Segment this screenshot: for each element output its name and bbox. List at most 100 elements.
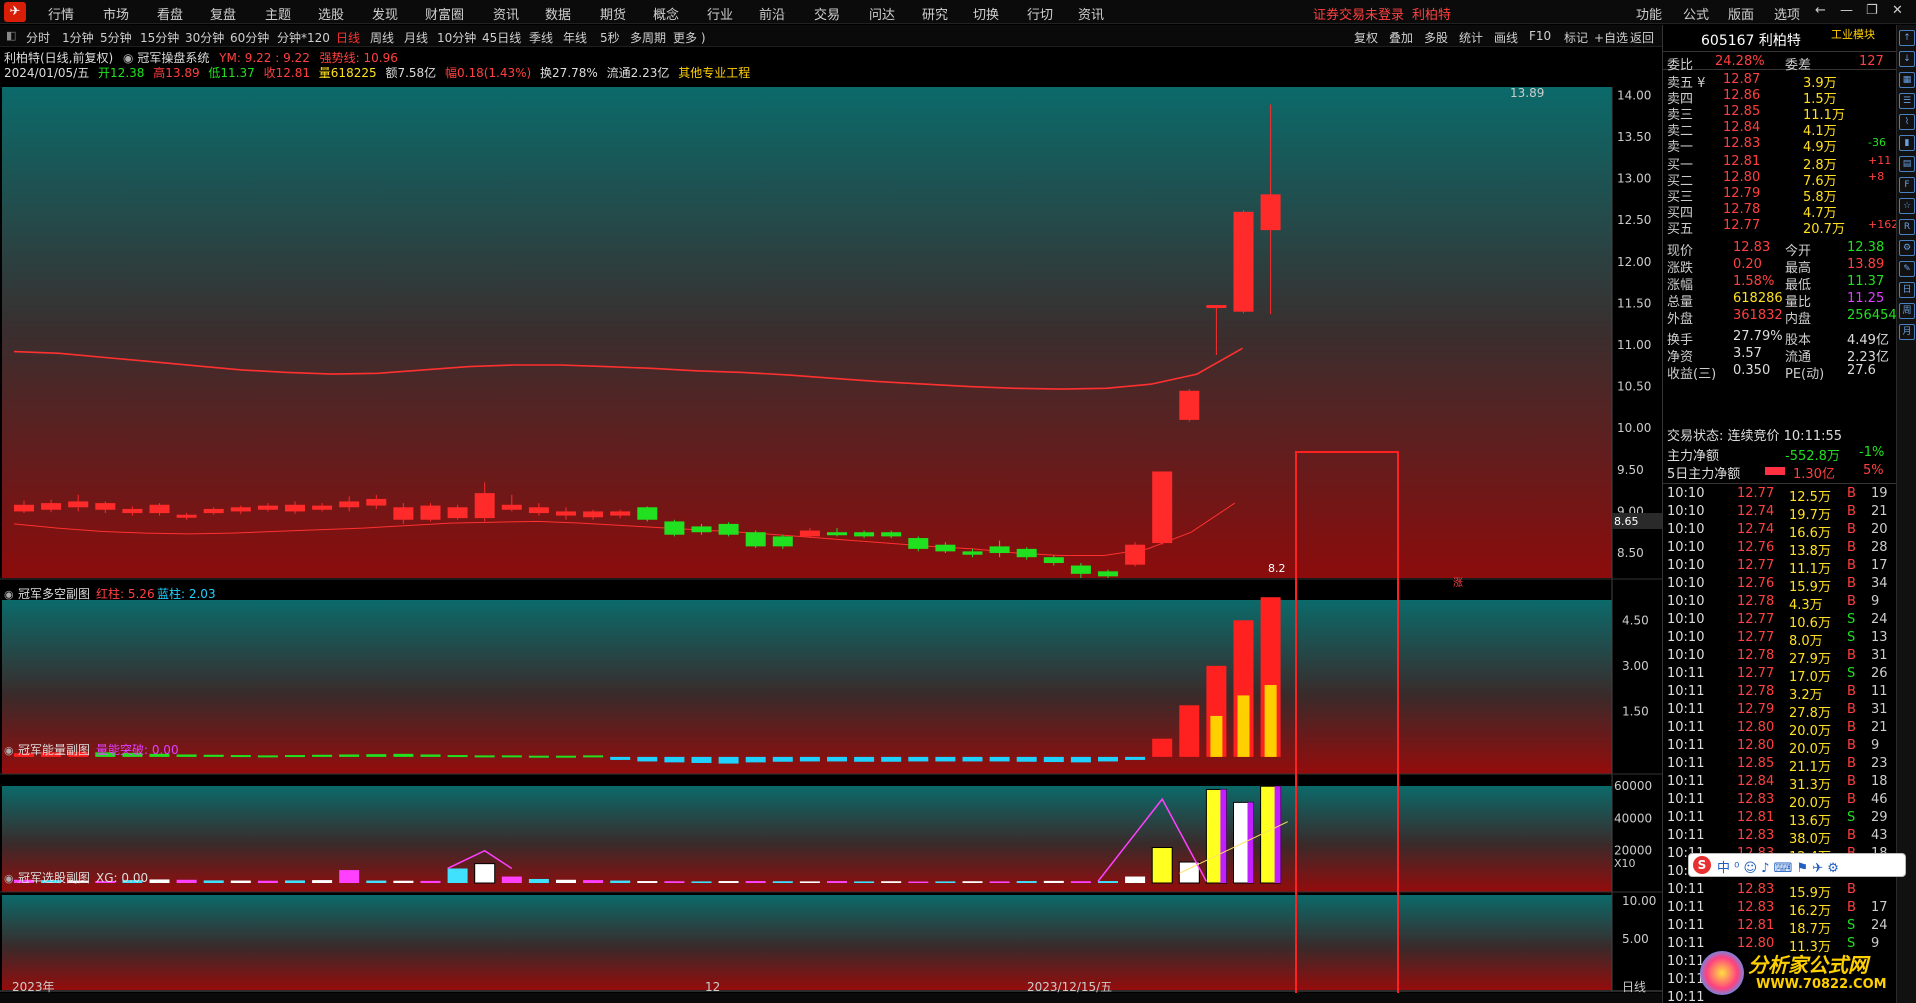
timeframe-7[interactable]: 日线 [336, 29, 360, 46]
menu-item-1[interactable]: 市场 [103, 4, 129, 23]
menu-item-16[interactable]: 研究 [922, 4, 948, 23]
system-name[interactable]: 冠军操盘系统 [137, 51, 209, 65]
tick-price: 12.76 [1737, 576, 1775, 591]
timeframe-9[interactable]: 月线 [404, 29, 428, 46]
timeframe-11[interactable]: 45日线 [482, 29, 521, 46]
timeframe-13[interactable]: 年线 [563, 29, 587, 46]
top-right-menu-3[interactable]: 选项 [1774, 4, 1800, 23]
tick-row: 10:11 12.80 20.0万 B 9 [1663, 738, 1897, 757]
candle-icon[interactable]: ▮ [1899, 135, 1915, 151]
quote-row[interactable]: 外盘 361832 内盘 256454 [1663, 307, 1897, 327]
menu-item-13[interactable]: 前沿 [759, 4, 785, 23]
table-icon[interactable]: ▤ [1899, 156, 1915, 172]
chart-tool-5[interactable]: F10 [1529, 29, 1551, 43]
arrow-down-icon[interactable]: ↓ [1899, 51, 1915, 67]
quote-row[interactable]: 收益(三) 0.350 PE(动) 27.6 [1663, 362, 1897, 382]
chart-tool-0[interactable]: 复权 [1354, 29, 1378, 46]
collapse-icon[interactable]: ◧ [6, 29, 16, 42]
candle-body [1179, 390, 1200, 420]
chart-tool-2[interactable]: 多股 [1424, 29, 1448, 46]
timeframe-4[interactable]: 30分钟 [185, 29, 224, 46]
login-status[interactable]: 证券交易未登录 [1313, 4, 1404, 23]
menu-item-9[interactable]: 数据 [545, 4, 571, 23]
settings-icon[interactable]: ⚙ [1899, 240, 1915, 256]
timeframe-6[interactable]: 分钟*120 [277, 29, 330, 46]
menu-item-0[interactable]: 行情 [48, 4, 74, 23]
timeframe-0[interactable]: 分时 [26, 29, 50, 46]
menu-item-7[interactable]: 财富圈 [425, 4, 464, 23]
timeframe-8[interactable]: 周线 [370, 29, 394, 46]
ime-toolbar-icons[interactable]: 中 ⁰ ☺ ♪ ⌨ ⚑ ✈ ⚙ [1717, 857, 1839, 876]
industry-label[interactable]: 其他专业工程 [678, 66, 750, 80]
timeframe-14[interactable]: 5秒 [600, 29, 620, 46]
timeframe-16[interactable]: 更多 ) [673, 29, 706, 46]
sector-tag[interactable]: 工业模块 [1831, 26, 1875, 42]
sub2-bar [474, 863, 496, 884]
back-arrow-icon[interactable]: ← [1815, 3, 1826, 18]
top-right-menu-1[interactable]: 公式 [1683, 4, 1709, 23]
sub1-bar [393, 753, 414, 757]
bid-row[interactable]: 买五 12.77 20.7万 +162 [1663, 217, 1898, 237]
timeframe-10[interactable]: 10分钟 [437, 29, 476, 46]
chart-tool-8[interactable]: 返回 [1630, 29, 1654, 46]
main-net-pct: -1% [1859, 445, 1885, 460]
timeframe-15[interactable]: 多周期 [630, 29, 666, 46]
calendar-month-icon[interactable]: 月 [1899, 324, 1915, 340]
menu-item-4[interactable]: 主题 [265, 4, 291, 23]
arrow-up-icon[interactable]: ↑ [1899, 30, 1915, 46]
timeframe-12[interactable]: 季线 [529, 29, 553, 46]
close-icon[interactable]: ✕ [1892, 3, 1903, 18]
ime-toolbar[interactable]: S 中 ⁰ ☺ ♪ ⌨ ⚑ ✈ ⚙ [1688, 853, 1906, 877]
chart-tool-1[interactable]: 叠加 [1389, 29, 1413, 46]
menu-item-17[interactable]: 切换 [973, 4, 999, 23]
kline-chart-area[interactable]: 14.00 13.50 13.00 12.50 12.00 11.50 11.00 10.50… [0, 47, 1662, 1003]
pen-icon[interactable]: ✎ [1899, 261, 1915, 277]
menu-item-6[interactable]: 发现 [372, 4, 398, 23]
menu-item-2[interactable]: 看盘 [157, 4, 183, 23]
menu-item-15[interactable]: 问达 [869, 4, 895, 23]
restore-icon[interactable]: ❐ [1866, 3, 1878, 18]
app-logo-icon[interactable]: ✈ [4, 2, 26, 22]
sub3-panel [2, 895, 1612, 990]
menu-item-14[interactable]: 交易 [814, 4, 840, 23]
menu-item-3[interactable]: 复盘 [210, 4, 236, 23]
star-icon[interactable]: ☆ [1899, 198, 1915, 214]
chart-tool-4[interactable]: 画线 [1494, 29, 1518, 46]
menu-item-18[interactable]: 行切 [1027, 4, 1053, 23]
list-icon[interactable]: ☰ [1899, 93, 1915, 109]
calendar-day-icon[interactable]: 日 [1899, 282, 1915, 298]
quote-row[interactable]: 现价 12.83 今开 12.38 [1663, 239, 1897, 259]
rsi-icon[interactable]: R [1899, 219, 1915, 235]
timeframe-2[interactable]: 5分钟 [100, 29, 132, 46]
ask-row[interactable]: 卖一 12.83 4.9万 -36 [1663, 135, 1897, 155]
chart-tool-7[interactable]: +自选 [1594, 29, 1628, 46]
minimize-icon[interactable]: — [1840, 3, 1853, 18]
calendar-week-icon[interactable]: 周 [1899, 303, 1915, 319]
grid-icon[interactable]: ▦ [1899, 72, 1915, 88]
bottom-tabs-strip[interactable] [0, 993, 1662, 1003]
ime-logo-icon[interactable]: S [1693, 856, 1711, 874]
menu-item-12[interactable]: 行业 [707, 4, 733, 23]
menu-item-5[interactable]: 选股 [318, 4, 344, 23]
timeframe-5[interactable]: 60分钟 [230, 29, 269, 46]
menu-item-11[interactable]: 概念 [653, 4, 679, 23]
timeframe-3[interactable]: 15分钟 [140, 29, 179, 46]
f10-icon[interactable]: F [1899, 177, 1915, 193]
quote-row[interactable]: 涨幅 1.58% 最低 11.37 [1663, 273, 1897, 293]
chart-tool-3[interactable]: 统计 [1459, 29, 1483, 46]
menu-item-8[interactable]: 资讯 [493, 4, 519, 23]
sub2-bar [908, 881, 929, 883]
menu-item-19[interactable]: 资讯 [1078, 4, 1104, 23]
line-chart-icon[interactable]: ⌇ [1899, 114, 1915, 130]
tick-list[interactable]: 10:10 12.77 12.5万 B 19 10:10 12.74 19.7万 B 21 10:1… [1663, 483, 1897, 1003]
top-right-menu-2[interactable]: 版面 [1728, 4, 1754, 23]
top-right-menu-0[interactable]: 功能 [1636, 4, 1662, 23]
quote-row[interactable]: 涨跌 0.20 最高 13.89 [1663, 256, 1897, 276]
timeframe-1[interactable]: 1分钟 [62, 29, 94, 46]
quote-row[interactable]: 换手 27.79% 股本 4.49亿 [1663, 328, 1897, 348]
quote-row[interactable]: 总量 618286 量比 11.25 [1663, 290, 1897, 310]
menu-item-10[interactable]: 期货 [600, 4, 626, 23]
quote-row[interactable]: 净资 3.57 流通 2.23亿 [1663, 345, 1897, 365]
sub1-bar [556, 755, 576, 758]
chart-tool-6[interactable]: 标记 [1564, 29, 1588, 46]
